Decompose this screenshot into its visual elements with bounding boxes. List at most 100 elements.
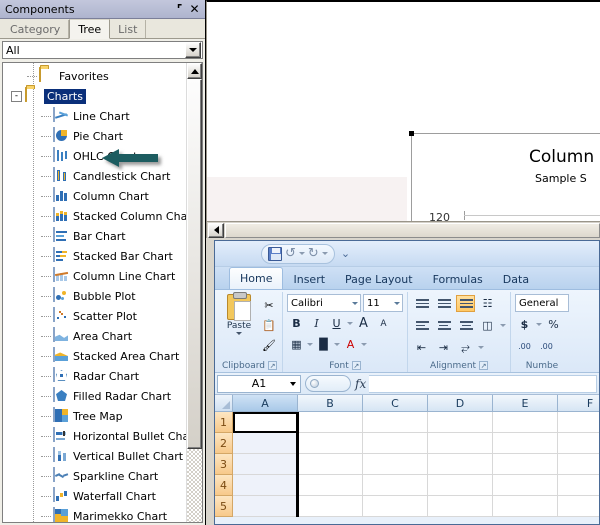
align-middle-icon[interactable] — [434, 295, 453, 312]
grid-cell[interactable] — [233, 412, 298, 433]
tree-item[interactable]: Waterfall Chart — [3, 486, 186, 506]
underline-button[interactable]: U — [327, 314, 346, 333]
column-header[interactable]: A — [233, 395, 298, 412]
tree-item[interactable]: Filled Radar Chart — [3, 386, 186, 406]
decrease-indent-icon[interactable]: ⇤ — [412, 338, 431, 357]
chevron-down-icon[interactable] — [394, 301, 400, 305]
ribbon-tab-home[interactable]: Home — [229, 267, 284, 289]
scrollbar-thumb[interactable] — [187, 79, 202, 449]
row-header[interactable]: 4 — [215, 475, 233, 496]
grid-cell[interactable] — [493, 475, 558, 496]
row-header[interactable]: 1 — [215, 412, 233, 433]
tree-item[interactable]: Stacked Bar Chart — [3, 246, 186, 266]
tree-item[interactable]: Sparkline Chart — [3, 466, 186, 486]
currency-dropdown-icon[interactable] — [536, 323, 542, 326]
grid-cell[interactable] — [558, 454, 599, 475]
formula-controls[interactable] — [305, 375, 351, 392]
grid-cell[interactable] — [428, 433, 493, 454]
preview-scrollbar-thumb[interactable] — [225, 222, 600, 238]
column-header[interactable]: B — [298, 395, 363, 412]
grid-cell[interactable] — [493, 454, 558, 475]
fill-color-dropdown-icon[interactable] — [334, 343, 340, 346]
preview-horizontal-scrollbar[interactable] — [207, 221, 600, 238]
tree-item[interactable]: Line Chart — [3, 106, 186, 126]
tree-item[interactable]: Scatter Plot — [3, 306, 186, 326]
align-center-icon[interactable] — [434, 317, 453, 334]
redo-dropdown-icon[interactable] — [321, 252, 328, 255]
grid-cell[interactable] — [233, 496, 298, 517]
grid-cell[interactable] — [428, 412, 493, 433]
tree-item[interactable]: Candlestick Chart — [3, 166, 186, 186]
grid-cell[interactable] — [558, 412, 599, 433]
tab-tree[interactable]: Tree — [69, 19, 111, 39]
selection-handle[interactable] — [409, 131, 414, 136]
wrap-text-icon[interactable]: ☷ — [478, 294, 497, 313]
grid-cell[interactable] — [233, 433, 298, 454]
number-format-combo[interactable]: General — [515, 294, 569, 312]
align-left-icon[interactable] — [412, 317, 431, 334]
insert-function-icon[interactable]: fx — [355, 377, 366, 391]
decrease-decimal-icon[interactable]: .00 — [537, 337, 556, 356]
tree-item[interactable]: Stacked Column Chart — [3, 206, 186, 226]
grid-cell[interactable] — [558, 433, 599, 454]
grid-cell[interactable] — [428, 496, 493, 517]
chevron-down-icon[interactable] — [352, 301, 358, 305]
undo-dropdown-icon[interactable] — [298, 252, 305, 255]
italic-button[interactable]: I — [307, 314, 326, 333]
scrollbar-track[interactable] — [187, 79, 202, 522]
ribbon-tab-data[interactable]: Data — [493, 269, 539, 289]
cut-icon[interactable]: ✂ — [260, 296, 278, 314]
cancel-formula-icon[interactable] — [310, 379, 319, 388]
currency-icon[interactable]: $ — [515, 315, 534, 334]
shrink-font-button[interactable]: A — [374, 314, 393, 333]
column-header[interactable]: D — [428, 395, 493, 412]
grid-cell[interactable] — [233, 475, 298, 496]
align-bottom-icon[interactable] — [456, 295, 475, 312]
tree-item[interactable]: Radar Chart — [3, 366, 186, 386]
grid-cell[interactable] — [363, 454, 428, 475]
format-painter-icon[interactable]: 🖌 — [260, 336, 278, 354]
ribbon-tab-formulas[interactable]: Formulas — [423, 269, 493, 289]
grid-cell[interactable] — [363, 475, 428, 496]
category-filter-dropdown[interactable]: All — [2, 41, 203, 59]
grid-cell[interactable] — [428, 475, 493, 496]
tree-vertical-scrollbar[interactable] — [186, 63, 202, 522]
tab-list[interactable]: List — [110, 20, 147, 38]
font-color-icon[interactable]: A — [341, 335, 360, 354]
grid-cell[interactable] — [298, 412, 363, 433]
undo-icon[interactable]: ↺ — [285, 247, 296, 260]
grid-cell[interactable] — [428, 454, 493, 475]
row-header[interactable]: 3 — [215, 454, 233, 475]
grid-cell[interactable] — [493, 496, 558, 517]
tree-item[interactable]: Area Chart — [3, 326, 186, 346]
dialog-launcher-icon[interactable]: ↗ — [268, 361, 277, 370]
tree-item[interactable]: - Charts — [3, 86, 186, 106]
merge-center-icon[interactable]: ◫ — [478, 316, 497, 335]
align-top-icon[interactable] — [412, 295, 431, 312]
grid-cell[interactable] — [298, 475, 363, 496]
tree-item[interactable]: Horizontal Bullet Chart — [3, 426, 186, 446]
tree-item[interactable]: Marimekko Chart — [3, 506, 186, 522]
increase-indent-icon[interactable]: ⇥ — [434, 338, 453, 357]
customize-qat-icon[interactable]: ⌄ — [341, 247, 350, 260]
tree-item[interactable]: Column Line Chart — [3, 266, 186, 286]
orientation-dropdown-icon[interactable] — [478, 346, 484, 349]
tree-item[interactable]: Favorites — [3, 66, 186, 86]
orientation-icon[interactable]: ⥂ — [456, 338, 475, 357]
grid-cell[interactable] — [363, 496, 428, 517]
pin-icon[interactable]: ⌜ — [172, 2, 187, 17]
align-right-icon[interactable] — [456, 317, 475, 334]
tree-item[interactable]: Tree Map — [3, 406, 186, 426]
save-icon[interactable] — [268, 246, 282, 261]
grid-cell[interactable] — [298, 433, 363, 454]
paste-dropdown-icon[interactable] — [236, 332, 242, 335]
grid-cell[interactable] — [298, 496, 363, 517]
borders-icon[interactable]: ▦ — [287, 335, 306, 354]
grid-cell[interactable] — [493, 412, 558, 433]
row-header[interactable]: 5 — [215, 496, 233, 517]
tree-item[interactable]: Bubble Plot — [3, 286, 186, 306]
grow-font-button[interactable]: A — [354, 314, 373, 333]
grid-cell[interactable] — [298, 454, 363, 475]
tree-item[interactable]: OHLC Chart — [3, 146, 186, 166]
close-icon[interactable]: ✕ — [187, 2, 202, 17]
